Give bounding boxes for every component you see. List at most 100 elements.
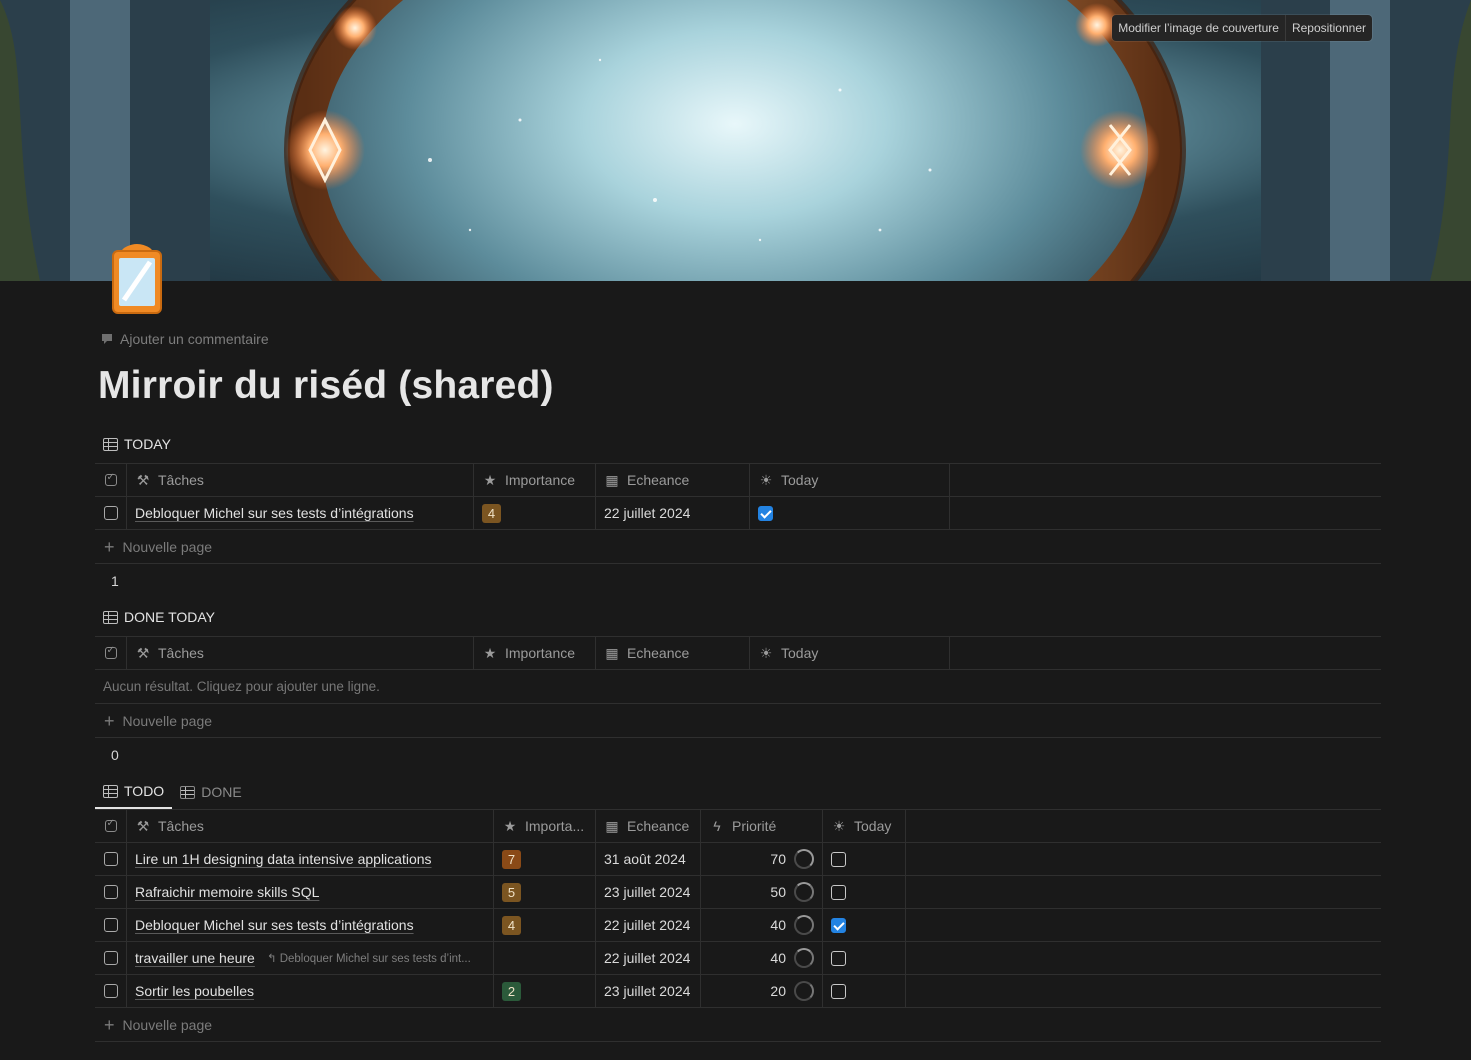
row-checkbox[interactable] [103,918,118,932]
row-checkbox[interactable] [103,506,118,520]
column-label: Tâches [158,645,204,661]
column-header-importance[interactable]: ★ Importance [474,637,596,669]
view-title-label: DONE TODAY [124,609,216,625]
task-cell: travailler une heure ↰ Debloquer Michel s… [127,942,494,974]
table-row[interactable]: Sortir les poubelles 2 23 juillet 2024 20 [95,975,1381,1008]
parent-task-ref[interactable]: ↰ Debloquer Michel sur ses tests d’int..… [267,951,471,965]
row-checkbox-cell [95,975,127,1007]
view-tabs: TODO DONE [95,775,250,809]
task-link[interactable]: Debloquer Michel sur ses tests d’intégra… [135,505,414,521]
view-title-today[interactable]: TODAY [103,436,171,452]
column-header-echeance[interactable]: ▦ Echeance [596,464,750,496]
new-page-button[interactable]: + Nouvelle page [95,530,1381,564]
checkbox-column-header[interactable] [95,637,127,669]
echeance-cell[interactable]: 23 juillet 2024 [596,975,701,1007]
column-label: Priorité [732,818,777,834]
row-checkbox-cell [95,876,127,908]
today-cell [823,843,906,875]
echeance-cell[interactable]: 22 juillet 2024 [596,497,750,529]
today-checkbox[interactable] [831,917,846,933]
echeance-cell[interactable]: 22 juillet 2024 [596,909,701,941]
add-comment-label: Ajouter un commentaire [120,331,269,347]
view-title-done-today[interactable]: DONE TODAY [103,609,215,625]
comment-icon [102,334,112,344]
table-header: ⚒Tâches ★Importa... ▦Echeance ϟPriorité … [95,809,1381,843]
table-row[interactable]: Debloquer Michel sur ses tests d’intégra… [95,497,1381,530]
table-row[interactable]: travailler une heure ↰ Debloquer Michel s… [95,942,1381,975]
column-header-echeance[interactable]: ▦ Echeance [596,637,750,669]
task-link[interactable]: Sortir les poubelles [135,983,254,999]
task-link[interactable]: Rafraichir memoire skills SQL [135,884,319,900]
today-checkbox[interactable] [831,884,846,900]
priorite-value: 20 [770,983,786,999]
column-header-taches[interactable]: ⚒ Tâches [127,637,474,669]
column-header-priorite[interactable]: ϟ Priorité [701,810,823,842]
today-checkbox[interactable] [831,950,846,966]
column-header-taches[interactable]: ⚒ Tâches [127,464,474,496]
new-page-button[interactable]: + Nouvelle page [95,704,1381,738]
reposition-button[interactable]: Repositionner [1284,15,1372,41]
today-checkbox[interactable] [831,983,846,999]
tab-label: DONE [201,784,242,800]
checkbox-icon [104,472,117,486]
checkbox-column-header[interactable] [95,810,127,842]
importance-cell[interactable]: 5 [494,876,596,908]
today-checkbox[interactable] [831,851,846,867]
column-header-today[interactable]: ☀ Today [823,810,906,842]
row-checkbox[interactable] [103,885,118,899]
today-checkbox[interactable] [758,505,773,521]
page-title[interactable]: Mirroir du riséd (shared) [98,364,554,408]
view-title-label: TODAY [124,436,171,452]
column-label: Echeance [627,818,690,834]
new-page-button[interactable]: + Nouvelle page [95,1008,1381,1042]
cover-image[interactable]: Modifier l’image de couverture Repositio… [0,0,1471,281]
column-header-echeance[interactable]: ▦ Echeance [596,810,701,842]
mirror-page-icon[interactable] [110,242,164,314]
row-count: 0 [111,747,119,763]
echeance-cell[interactable]: 22 juillet 2024 [596,942,701,974]
importance-cell[interactable]: 4 [494,909,596,941]
empty-state[interactable]: Aucun résultat. Cliquez pour ajouter une… [95,670,1381,704]
table-row[interactable]: Rafraichir memoire skills SQL 5 23 juillet… [95,876,1381,909]
column-header-today[interactable]: ☀ Today [750,637,950,669]
table-row[interactable]: Lire un 1H designing data intensive appl… [95,843,1381,876]
today-cell [823,876,906,908]
column-header-today[interactable]: ☀ Today [750,464,950,496]
task-link[interactable]: Debloquer Michel sur ses tests d’intégra… [135,917,414,933]
add-comment-button[interactable]: Ajouter un commentaire [100,331,269,347]
tab-done[interactable]: DONE [172,775,249,809]
echeance-cell[interactable]: 23 juillet 2024 [596,876,701,908]
row-checkbox[interactable] [103,852,118,866]
row-filler [906,909,1381,941]
star-icon: ★ [503,817,517,834]
importance-cell[interactable]: 2 [494,975,596,1007]
row-count: 1 [111,573,119,589]
row-checkbox-cell [95,942,127,974]
priorite-value: 50 [770,884,786,900]
header-filler [950,464,1381,496]
task-link[interactable]: Lire un 1H designing data intensive appl… [135,851,432,867]
column-header-taches[interactable]: ⚒ Tâches [127,810,494,842]
checkbox-icon [104,645,117,659]
importance-badge: 5 [502,882,521,902]
tab-label: TODO [124,783,165,799]
priorite-value: 70 [770,851,786,867]
priorite-value: 40 [770,917,786,933]
checkbox-column-header[interactable] [95,464,127,496]
table-icon [180,785,196,799]
importance-cell[interactable]: 4 [474,497,596,529]
table-icon [103,784,118,798]
change-cover-button[interactable]: Modifier l’image de couverture [1112,15,1285,41]
importance-cell[interactable] [494,942,596,974]
row-checkbox[interactable] [103,984,118,998]
task-link[interactable]: travailler une heure [135,950,255,966]
row-checkbox[interactable] [103,951,118,965]
star-icon: ★ [483,471,497,488]
table-row[interactable]: Debloquer Michel sur ses tests d’intégra… [95,909,1381,942]
column-header-importance[interactable]: ★ Importa... [494,810,596,842]
done-today-table: ⚒ Tâches ★ Importance ▦ Echeance ☀ Today Auc… [95,636,1381,772]
echeance-cell[interactable]: 31 août 2024 [596,843,701,875]
tab-todo[interactable]: TODO [95,775,173,809]
column-header-importance[interactable]: ★ Importance [474,464,596,496]
importance-cell[interactable]: 7 [494,843,596,875]
